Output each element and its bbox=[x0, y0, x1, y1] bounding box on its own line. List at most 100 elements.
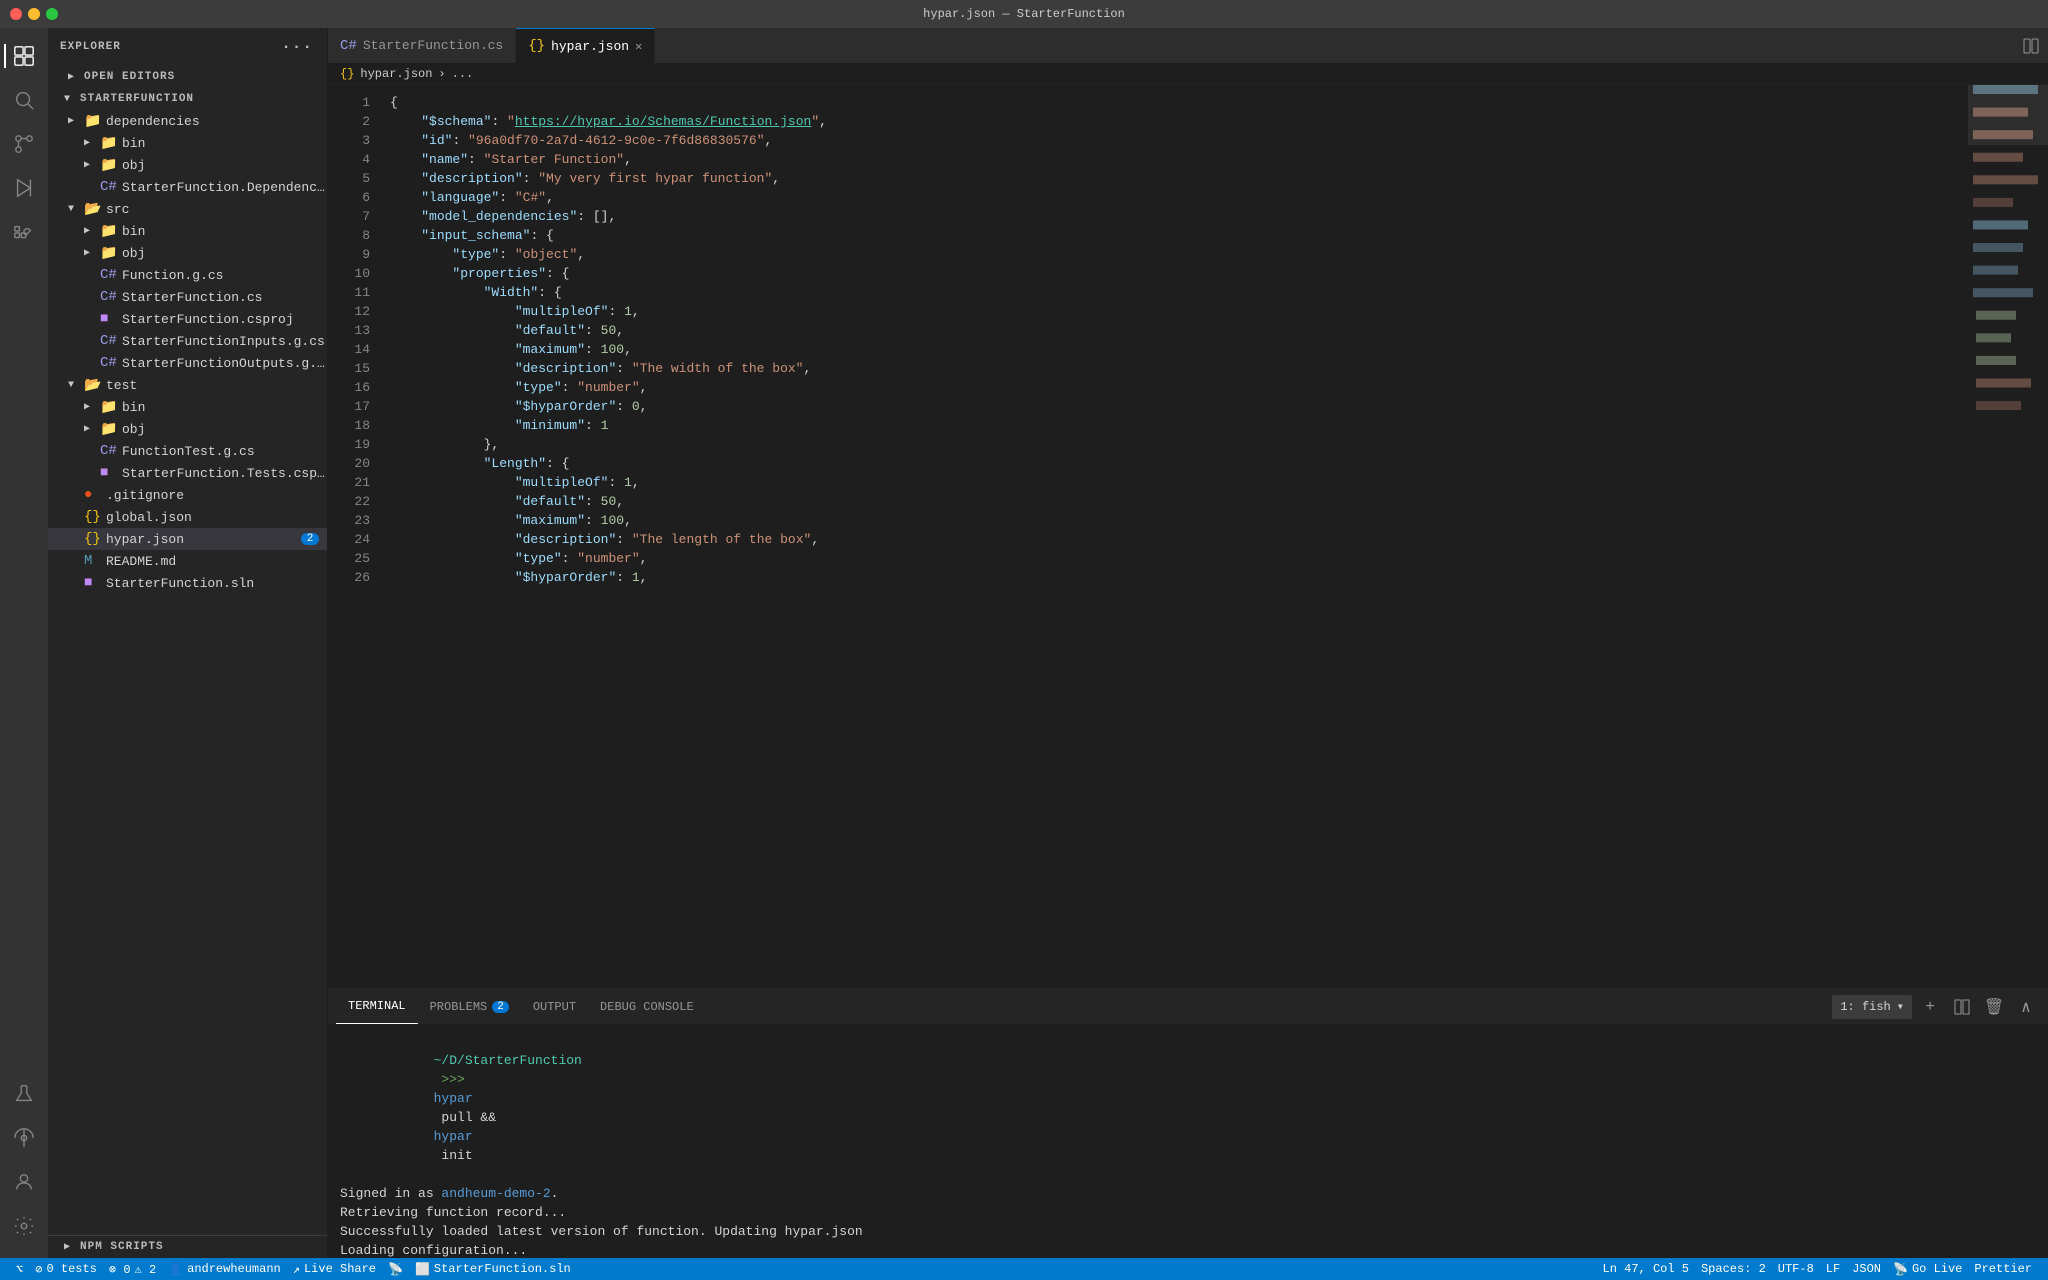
file-starter-csproj-label: StarterFunction.csproj bbox=[122, 312, 294, 327]
file-gitignore[interactable]: ● .gitignore bbox=[48, 484, 327, 506]
term-line-2: Signed in as andheum-demo-2. bbox=[340, 1184, 2036, 1203]
file-starter-csproj[interactable]: ■ StarterFunction.csproj bbox=[48, 308, 327, 330]
activity-explorer[interactable] bbox=[4, 36, 44, 76]
sidebar: Explorer ··· ▶ Open Editors ▼ STARTERFUN… bbox=[48, 28, 328, 1258]
chevron-down-icon: ▾ bbox=[1897, 999, 1904, 1014]
editor-content[interactable]: 12345 678910 1112131415 1617181920 21222… bbox=[328, 85, 2048, 988]
folder-bin-dep[interactable]: ▶ 📁 bin bbox=[48, 132, 327, 154]
folder-obj-dep[interactable]: ▶ 📁 obj bbox=[48, 154, 327, 176]
folder-src-label: src bbox=[106, 202, 129, 217]
status-remote[interactable]: ⌥ bbox=[10, 1258, 29, 1280]
folder-dependencies[interactable]: ▶ 📁 dependencies bbox=[48, 110, 327, 132]
status-wsext[interactable]: 📡 bbox=[382, 1258, 409, 1280]
output-tab-label: OUTPUT bbox=[533, 1000, 576, 1014]
activity-extensions[interactable] bbox=[4, 212, 44, 252]
folder-obj-src[interactable]: ▶ 📁 obj bbox=[48, 242, 327, 264]
folder-obj-test[interactable]: ▶ 📁 obj bbox=[48, 418, 327, 440]
activity-remote[interactable] bbox=[4, 1118, 44, 1158]
file-starter-dep[interactable]: C# StarterFunction.Dependenc... bbox=[48, 176, 327, 198]
folder-bin-src-label: bin bbox=[122, 224, 145, 239]
shell-selector[interactable]: 1: fish ▾ bbox=[1832, 995, 1912, 1019]
file-starter-cs-label: StarterFunction.cs bbox=[122, 290, 262, 305]
status-eol-label: LF bbox=[1826, 1262, 1840, 1276]
status-language[interactable]: JSON bbox=[1846, 1258, 1887, 1280]
terminal-body[interactable]: ~/D/StarterFunction >>> hypar pull && hy… bbox=[328, 1024, 2048, 1258]
status-encoding[interactable]: UTF-8 bbox=[1772, 1258, 1820, 1280]
folder-obj-src-label: obj bbox=[122, 246, 145, 261]
file-starter-cs[interactable]: C# StarterFunction.cs bbox=[48, 286, 327, 308]
activity-source-control[interactable] bbox=[4, 124, 44, 164]
maximize-panel-button[interactable]: ∧ bbox=[2012, 993, 2040, 1021]
breadcrumb-path[interactable]: ... bbox=[452, 67, 474, 81]
file-starter-outputs-label: StarterFunctionOutputs.g.cs bbox=[122, 356, 327, 371]
tab-close-button[interactable]: ✕ bbox=[635, 39, 642, 54]
split-terminal-button[interactable] bbox=[1948, 993, 1976, 1021]
file-function-gs[interactable]: C# Function.g.cs bbox=[48, 264, 327, 286]
minimize-button[interactable] bbox=[28, 8, 40, 20]
sidebar-header: Explorer ··· bbox=[48, 28, 327, 66]
status-liveshare[interactable]: ↗ Live Share bbox=[287, 1258, 382, 1280]
file-starter-sln[interactable]: ■ StarterFunction.sln bbox=[48, 572, 327, 594]
term-line-3: Retrieving function record... bbox=[340, 1203, 2036, 1222]
status-spaces[interactable]: Spaces: 2 bbox=[1695, 1258, 1772, 1280]
close-button[interactable] bbox=[10, 8, 22, 20]
terminal-tab-debug[interactable]: DEBUG CONSOLE bbox=[588, 989, 706, 1024]
status-golive[interactable]: 📡 Go Live bbox=[1887, 1258, 1968, 1280]
folder-bin-src[interactable]: ▶ 📁 bin bbox=[48, 220, 327, 242]
terminal-tab-output[interactable]: OUTPUT bbox=[521, 989, 588, 1024]
status-eol[interactable]: LF bbox=[1820, 1258, 1846, 1280]
ws-icon: 📡 bbox=[388, 1262, 403, 1277]
activity-run[interactable] bbox=[4, 168, 44, 208]
activity-testing[interactable] bbox=[4, 1074, 44, 1114]
file-gitignore-label: .gitignore bbox=[106, 488, 184, 503]
status-prettier[interactable]: Prettier bbox=[1968, 1258, 2038, 1280]
activity-accounts[interactable] bbox=[4, 1162, 44, 1202]
status-sln[interactable]: ⬜ StarterFunction.sln bbox=[409, 1258, 577, 1280]
folder-src[interactable]: ▼ 📂 src bbox=[48, 198, 327, 220]
root-folder[interactable]: ▼ STARTERFUNCTION bbox=[48, 88, 327, 110]
activity-settings[interactable] bbox=[4, 1206, 44, 1246]
maximize-button[interactable] bbox=[46, 8, 58, 20]
minimap bbox=[1968, 85, 2048, 988]
activity-search[interactable] bbox=[4, 80, 44, 120]
file-hypar-json[interactable]: {} hypar.json 2 bbox=[48, 528, 327, 550]
folder-bin-test[interactable]: ▶ 📁 bin bbox=[48, 396, 327, 418]
tab-hypar-json[interactable]: {} hypar.json ✕ bbox=[516, 28, 655, 63]
terminal-controls: 1: fish ▾ + 🗑 ∧ bbox=[1832, 993, 2040, 1021]
status-errors[interactable]: ⊗ 0 ⚠ 2 bbox=[103, 1258, 162, 1280]
sidebar-menu-button[interactable]: ··· bbox=[279, 36, 315, 58]
term-line-4: Successfully loaded latest version of fu… bbox=[340, 1222, 2036, 1241]
file-starter-inputs[interactable]: C# StarterFunctionInputs.g.cs bbox=[48, 330, 327, 352]
kill-terminal-button[interactable]: 🗑 bbox=[1980, 993, 2008, 1021]
term-cmd-1: hypar bbox=[434, 1091, 473, 1106]
status-user[interactable]: 👤 andrewheumann bbox=[162, 1258, 287, 1280]
status-spaces-label: Spaces: 2 bbox=[1701, 1262, 1766, 1276]
split-editor-button[interactable] bbox=[2013, 28, 2048, 63]
status-encoding-label: UTF-8 bbox=[1778, 1262, 1814, 1276]
file-starter-tests-csproj[interactable]: ■ StarterFunction.Tests.csproj bbox=[48, 462, 327, 484]
terminal-tab-problems[interactable]: PROBLEMS 2 bbox=[418, 989, 521, 1024]
folder-bin-test-label: bin bbox=[122, 400, 145, 415]
breadcrumb-separator: › bbox=[438, 67, 445, 81]
file-starter-outputs[interactable]: C# StarterFunctionOutputs.g.cs bbox=[48, 352, 327, 374]
term-arg-2: init bbox=[434, 1148, 473, 1163]
folder-test[interactable]: ▼ 📂 test bbox=[48, 374, 327, 396]
code-editor[interactable]: { "$schema": "https://hypar.io/Schemas/F… bbox=[378, 85, 1968, 988]
file-readme[interactable]: M README.md bbox=[48, 550, 327, 572]
status-tests[interactable]: ⊘ 0 tests bbox=[29, 1258, 103, 1280]
file-readme-label: README.md bbox=[106, 554, 176, 569]
open-editors-section[interactable]: ▶ Open Editors bbox=[48, 66, 327, 88]
tab-starter-cs[interactable]: C# StarterFunction.cs bbox=[328, 28, 516, 63]
npm-scripts-section[interactable]: ▶ NPM SCRIPTS bbox=[48, 1236, 327, 1258]
new-terminal-button[interactable]: + bbox=[1916, 993, 1944, 1021]
tab-label-starter-cs: StarterFunction.cs bbox=[363, 38, 503, 53]
terminal-tab-terminal[interactable]: TERMINAL bbox=[336, 989, 418, 1024]
liveshare-icon: ↗ bbox=[293, 1262, 300, 1277]
window-controls bbox=[10, 8, 58, 20]
file-functiontest[interactable]: C# FunctionTest.g.cs bbox=[48, 440, 327, 462]
file-functiontest-label: FunctionTest.g.cs bbox=[122, 444, 255, 459]
breadcrumb-filename[interactable]: hypar.json bbox=[360, 67, 432, 81]
file-global-json[interactable]: {} global.json bbox=[48, 506, 327, 528]
titlebar: hypar.json — StarterFunction bbox=[0, 0, 2048, 28]
status-position[interactable]: Ln 47, Col 5 bbox=[1597, 1258, 1695, 1280]
